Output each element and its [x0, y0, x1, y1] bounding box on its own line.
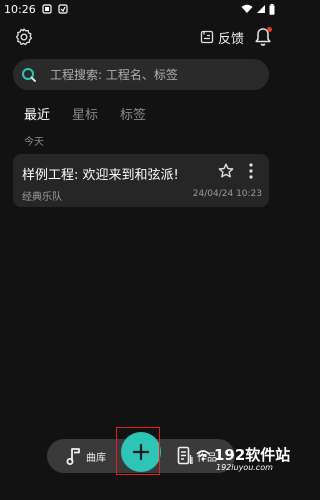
- project-subtitle: 经典乐队: [22, 192, 62, 203]
- watermark-url: 192luyou.com: [216, 463, 273, 472]
- feedback-button[interactable]: 反馈: [200, 27, 244, 47]
- signal-icon: [257, 5, 265, 13]
- more-options-button[interactable]: [245, 162, 257, 180]
- document-list-icon: [177, 446, 193, 465]
- status-left: 10:26: [4, 3, 68, 16]
- search-icon-wrapper: [20, 66, 38, 84]
- battery-icon: [269, 3, 275, 15]
- notification-a-icon: [42, 4, 52, 14]
- section-today-label: 今天: [24, 137, 44, 148]
- project-title: 样例工程: 欢迎来到和弦派!: [22, 168, 179, 183]
- tab-starred[interactable]: 星标: [72, 104, 98, 123]
- nav-library-button[interactable]: 曲库: [66, 446, 106, 466]
- feedback-label: 反馈: [218, 31, 245, 47]
- tab-tags[interactable]: 标签: [120, 104, 146, 123]
- watermark-text: 192软件站: [214, 446, 291, 464]
- feedback-icon: [200, 30, 214, 44]
- project-card[interactable]: 样例工程: 欢迎来到和弦派! 经典乐队 24/04/24 10:23: [13, 154, 269, 207]
- music-note-icon: [66, 448, 80, 465]
- wifi-icon: [241, 4, 253, 13]
- star-outline-icon: [218, 163, 234, 178]
- gear-icon: [15, 28, 33, 46]
- settings-button[interactable]: [14, 27, 34, 47]
- status-time: 10:26: [4, 2, 36, 16]
- notification-b-icon: [58, 4, 68, 14]
- search-icon: [22, 67, 36, 82]
- nav-library-label: 曲库: [86, 452, 106, 464]
- watermark-router-icon: [196, 450, 210, 461]
- more-vertical-icon: [249, 163, 253, 179]
- notification-dot: [267, 27, 272, 32]
- filter-tabs: 最近 星标 标签: [24, 104, 146, 123]
- notification-button[interactable]: [253, 26, 273, 48]
- status-bar: 10:26: [0, 0, 281, 18]
- star-button[interactable]: [218, 163, 234, 179]
- search-input[interactable]: 工程搜索: 工程名、标签: [13, 59, 269, 90]
- highlight-box: [116, 427, 160, 475]
- tab-recent[interactable]: 最近: [24, 104, 50, 123]
- status-icons: [241, 3, 275, 15]
- project-date: 24/04/24 10:23: [192, 189, 262, 199]
- watermark: 192软件站 192luyou.com: [194, 444, 290, 500]
- search-placeholder: 工程搜索: 工程名、标签: [50, 68, 178, 82]
